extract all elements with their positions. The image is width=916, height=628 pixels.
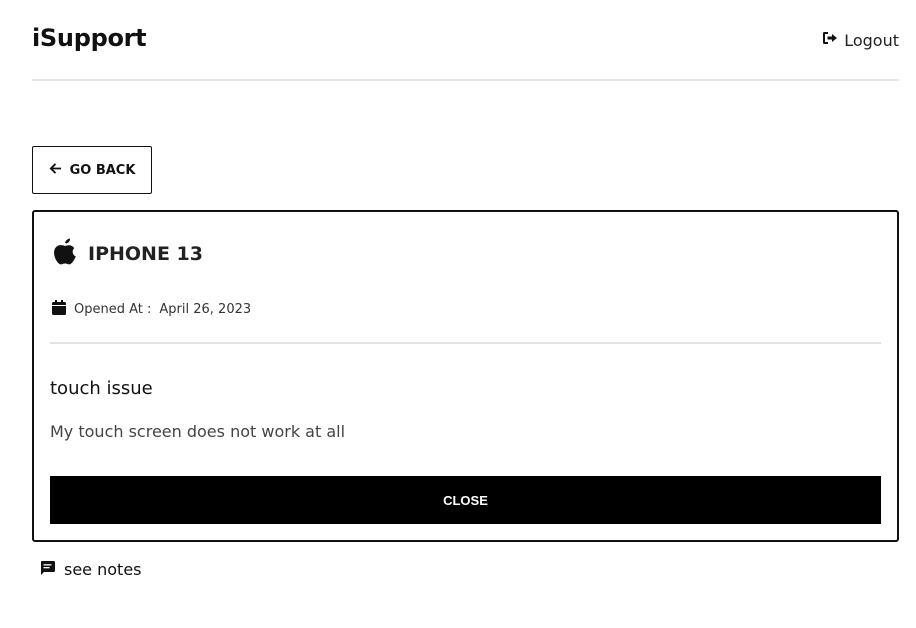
brand-logo[interactable]: iSupport [32, 24, 147, 52]
opened-at-date: April 26, 2023 [159, 302, 252, 317]
opened-at-label: Opened At : [74, 302, 152, 317]
see-notes-link[interactable]: see notes [40, 560, 142, 579]
sign-out-icon [822, 30, 838, 50]
product-name: IPHONE 13 [88, 243, 203, 265]
go-back-button[interactable]: GO BACK [32, 146, 152, 194]
apple-icon [52, 238, 78, 270]
see-notes-label: see notes [64, 560, 142, 579]
opened-at: Opened At : April 26, 2023 [52, 300, 251, 319]
close-ticket-button[interactable]: CLOSE [50, 476, 881, 524]
go-back-label: GO BACK [69, 162, 136, 178]
app-header: iSupport Logout [32, 0, 899, 81]
calendar-icon [52, 300, 66, 319]
issue-title: touch issue [50, 378, 153, 399]
logout-button[interactable]: Logout [822, 30, 899, 50]
logout-label: Logout [844, 30, 899, 50]
divider [50, 342, 881, 344]
product-heading: IPHONE 13 [52, 238, 203, 270]
issue-description: My touch screen does not work at all [50, 422, 346, 441]
arrow-left-icon [49, 162, 62, 179]
comment-icon [40, 560, 55, 579]
ticket-card: IPHONE 13 Opened At : April 26, 2023 tou… [32, 210, 899, 542]
